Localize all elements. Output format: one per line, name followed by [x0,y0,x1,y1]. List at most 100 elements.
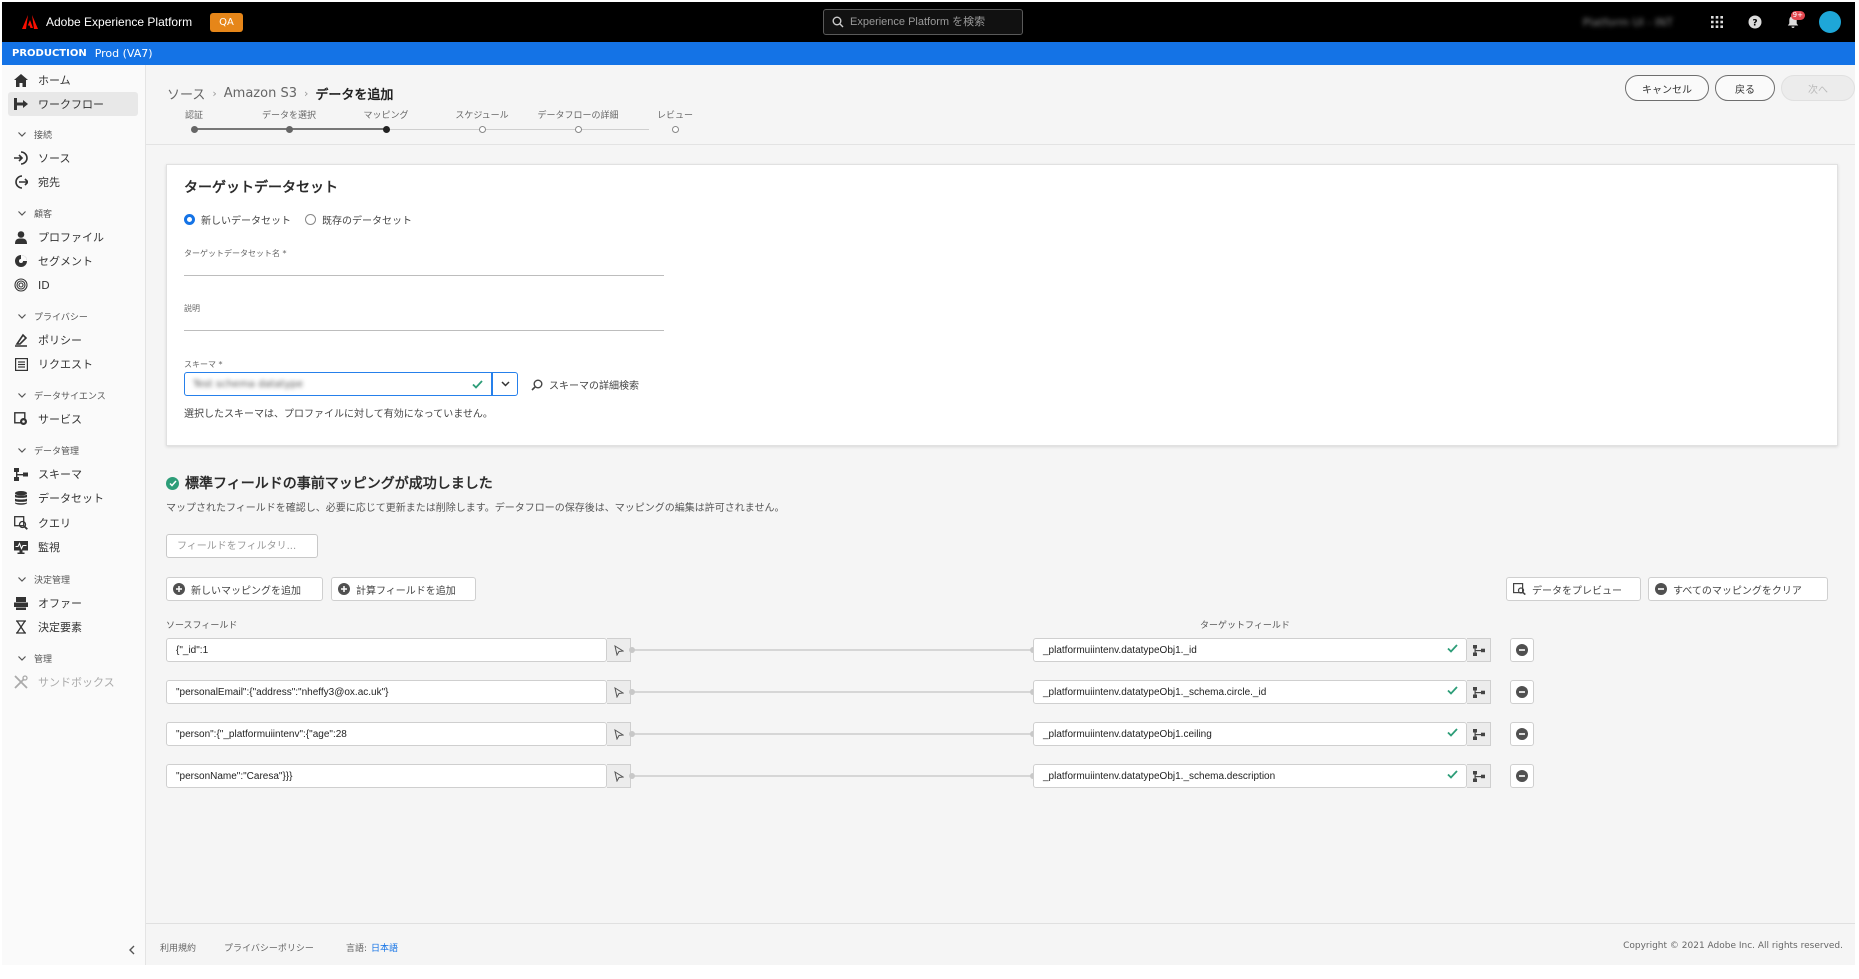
sidebar-item-offers[interactable]: オファー [8,591,138,615]
add-mapping-button[interactable]: 新しいマッピングを追加 [166,577,323,601]
new-dataset-radio[interactable] [184,214,195,225]
search-input[interactable] [850,16,1010,28]
sidebar-section-connections[interactable]: 接続 [18,128,52,141]
select-target-button[interactable] [1467,722,1491,746]
add-calculated-field-button[interactable]: 計算フィールドを追加 [331,577,476,601]
sidebar-section-decision[interactable]: 決定管理 [18,573,70,586]
notification-count-badge: 9+ [1790,11,1805,20]
remove-mapping-button[interactable] [1510,638,1534,662]
add-circle-icon [173,583,185,595]
sidebar-item-decision-elements[interactable]: 決定要素 [8,615,138,639]
checkmark-icon [1447,770,1458,779]
copyright-text: Copyright © 2021 Adobe Inc. All rights r… [1623,941,1843,951]
sidebar-section-admin[interactable]: 管理 [18,652,52,665]
remove-circle-icon [1516,686,1528,698]
source-field-input[interactable]: "person":{"_platformuiintenv":{"age":28 [166,722,607,746]
apps-icon[interactable] [1705,10,1729,34]
select-source-button[interactable] [607,638,631,662]
source-field-input[interactable]: "personName":"Caresa"}}} [166,764,607,788]
select-source-button[interactable] [607,722,631,746]
sidebar-item-policies[interactable]: ポリシー [8,328,138,352]
select-source-button[interactable] [607,680,631,704]
help-icon[interactable]: ? [1743,10,1767,34]
checkmark-icon [1447,728,1458,737]
source-field-input[interactable]: "personalEmail":{"address":"nheffy3@ox.a… [166,680,607,704]
remove-mapping-button[interactable] [1510,680,1534,704]
org-switcher[interactable]: Platform UI - INT [1583,16,1673,29]
app-title[interactable]: Adobe Experience Platform [46,15,192,29]
schema-tree-icon [1472,686,1485,698]
chevron-down-icon [500,381,510,387]
sidebar-item-destinations[interactable]: 宛先 [8,170,138,194]
remove-circle-icon [1516,728,1528,740]
existing-dataset-radio[interactable] [305,214,316,225]
global-search[interactable] [823,9,1023,35]
database-icon [14,491,28,505]
target-field-input[interactable]: _platformuiintenv.datatypeObj1._schema.c… [1033,680,1467,704]
sidebar-section-privacy[interactable]: プライバシー [18,310,88,323]
target-field-header: ターゲットフィールド [1200,621,1290,631]
query-icon [14,516,28,530]
sidebar-item-home[interactable]: ホーム [8,68,138,92]
breadcrumb-sources[interactable]: ソース [167,84,205,103]
target-field-input[interactable]: _platformuiintenv.datatypeObj1._schema.d… [1033,764,1467,788]
sidebar-section-datamgmt[interactable]: データ管理 [18,444,79,457]
sidebar-item-monitoring[interactable]: 監視 [8,535,138,559]
destinations-icon [14,175,28,189]
select-target-button[interactable] [1467,638,1491,662]
chevron-left-icon[interactable] [128,945,136,955]
sidebar-item-segments[interactable]: セグメント [8,249,138,273]
search-icon [832,16,844,28]
select-target-button[interactable] [1467,764,1491,788]
new-dataset-label[interactable]: 新しいデータセット [201,212,291,227]
sidebar-item-profiles[interactable]: プロファイル [8,225,138,249]
schema-dropdown-button[interactable] [492,372,518,396]
sidebar-item-sandboxes[interactable]: サンドボックス [8,670,138,694]
clear-all-mappings-button[interactable]: すべてのマッピングをクリア [1648,577,1828,601]
remove-mapping-button[interactable] [1510,722,1534,746]
breadcrumb-amazon-s3[interactable]: Amazon S3 [224,86,297,101]
language-link[interactable]: 日本語 [371,941,398,954]
remove-mapping-button[interactable] [1510,764,1534,788]
chevron-down-icon [18,577,26,582]
next-button[interactable]: 次へ [1781,75,1855,101]
sidebar-section-datascience[interactable]: データサイエンス [18,389,106,402]
terms-link[interactable]: 利用規約 [160,941,196,954]
remove-circle-icon [1516,770,1528,782]
cancel-button[interactable]: キャンセル [1625,75,1709,101]
cursor-arrow-icon [613,644,624,656]
avatar[interactable] [1819,11,1841,33]
mapping-connector [631,691,1033,693]
description-input[interactable] [184,311,664,331]
select-source-button[interactable] [607,764,631,788]
target-field-input[interactable]: _platformuiintenv.datatypeObj1._id [1033,638,1467,662]
sidebar-item-workflows[interactable]: ワークフロー [8,92,138,116]
preview-data-button[interactable]: データをプレビュー [1506,577,1641,601]
dataset-name-input[interactable] [184,256,664,276]
sidebar-item-datasets[interactable]: データセット [8,486,138,510]
privacy-link[interactable]: プライバシーポリシー [224,941,314,954]
requests-icon [14,357,28,371]
schema-tree-icon [1472,644,1485,656]
sandbox-switcher[interactable]: Prod (VA7) [95,47,153,60]
existing-dataset-label[interactable]: 既存のデータセット [322,212,412,227]
sidebar-item-requests[interactable]: リクエスト [8,352,138,376]
notifications-icon[interactable]: 9+ [1781,10,1805,34]
page-title: データを追加 [315,88,394,103]
schema-combobox-input[interactable]: Test schema datatype [184,372,492,396]
sidebar-item-queries[interactable]: クエリ [8,511,138,535]
source-field-input[interactable]: {"_id":1 [166,638,607,662]
chevron-down-icon [18,211,26,216]
step-indicator: 認証 データを選択 マッピング スケジュール データフローの詳細 レビュー [170,108,693,138]
target-field-input[interactable]: _platformuiintenv.datatypeObj1.ceiling [1033,722,1467,746]
sidebar-item-schemas[interactable]: スキーマ [8,462,138,486]
select-target-button[interactable] [1467,680,1491,704]
field-filter-input[interactable] [166,534,318,558]
sidebar-section-customer[interactable]: 顧客 [18,207,52,220]
schema-tree-icon [1472,728,1485,740]
sidebar-item-sources[interactable]: ソース [8,146,138,170]
sidebar-item-identities[interactable]: ID [8,273,138,297]
back-button[interactable]: 戻る [1715,75,1775,101]
sidebar-item-services[interactable]: サービス [8,407,138,431]
schema-advanced-search-link[interactable]: スキーマの詳細検索 [531,377,639,392]
